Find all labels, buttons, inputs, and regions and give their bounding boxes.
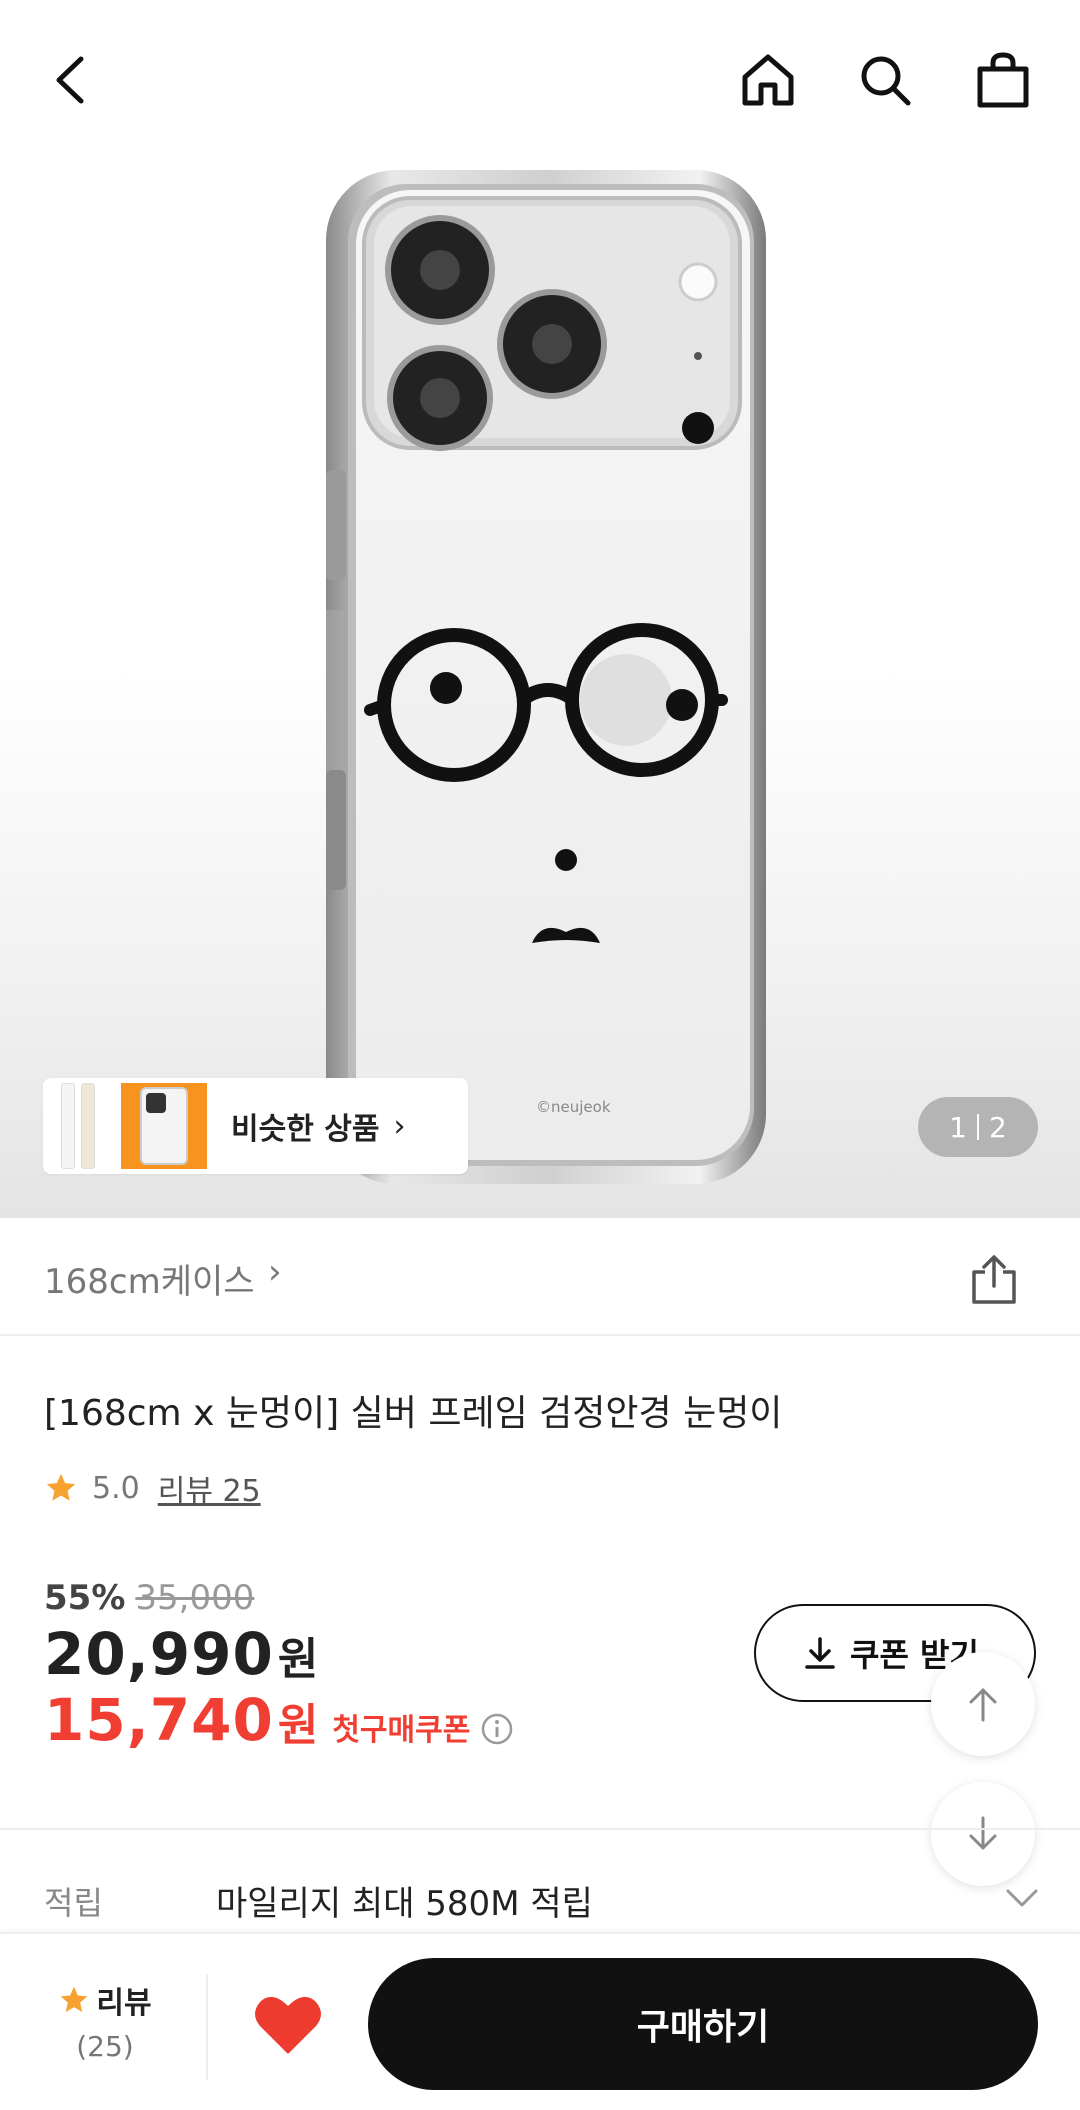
review-summary-button[interactable]: 리뷰 (25) (40, 1978, 170, 2063)
image-page-indicator: 1 2 (918, 1097, 1038, 1157)
points-text: 마일리지 최대 580M 적립 (216, 1884, 593, 1924)
chevron-down-icon[interactable] (1004, 1880, 1040, 1916)
original-price: 35,000 (135, 1578, 255, 1618)
thumbnail (61, 1083, 75, 1169)
coupon-price-row: 15,740 원 첫구매쿠폰 (44, 1686, 514, 1754)
page-total: 2 (989, 1110, 1007, 1144)
rating-value: 5.0 (92, 1470, 140, 1506)
section-divider (0, 1828, 1080, 1830)
star-icon (46, 1473, 76, 1501)
divider (977, 1114, 979, 1140)
search-icon (861, 56, 911, 106)
page-current: 1 (949, 1110, 967, 1144)
first-purchase-coupon-label: 첫구매쿠폰 (332, 1713, 471, 1748)
thumbnail (121, 1083, 207, 1169)
shopping-bag-icon (977, 52, 1029, 108)
similar-products-label: 비슷한 상품 (231, 1112, 380, 1147)
home-button[interactable] (728, 40, 808, 120)
phone-brand-mark: ©neujeok (536, 1098, 611, 1116)
divider (206, 1974, 208, 2080)
coupon-price-unit: 원 (277, 1700, 319, 1751)
chevron-right-icon: › (268, 1252, 282, 1292)
top-navigation (0, 0, 1080, 160)
discount-percent: 55% (44, 1578, 126, 1618)
share-icon[interactable] (968, 1254, 1020, 1306)
star-icon (61, 1986, 88, 2012)
points-label: 적립 (44, 1884, 103, 1922)
similar-products-button[interactable]: 비슷한 상품 › (43, 1078, 468, 1174)
bottom-action-bar: 리뷰 (25) 구매하기 (0, 1932, 1080, 2110)
price-unit: 원 (277, 1634, 319, 1685)
chevron-right-icon: › (393, 1108, 406, 1144)
similar-products-thumbnails (61, 1083, 211, 1169)
heart-icon[interactable] (252, 1992, 324, 2058)
scroll-down-button[interactable] (931, 1782, 1035, 1886)
product-title: [168cm x 눈멍이] 실버 프레임 검정안경 눈멍이 (44, 1393, 783, 1434)
buy-button[interactable]: 구매하기 (368, 1958, 1038, 2090)
chevron-left-icon (56, 56, 84, 104)
search-button[interactable] (845, 40, 925, 120)
cart-button[interactable] (963, 40, 1043, 120)
discount-row: 55% 35,000 (44, 1578, 254, 1618)
sale-price-row: 20,990 원 (44, 1620, 318, 1688)
brand-row: 168cm케이스 › (0, 1218, 1080, 1336)
back-button[interactable] (32, 40, 112, 120)
coupon-price: 15,740 (44, 1686, 274, 1754)
product-image (326, 170, 766, 1184)
brand-link[interactable]: 168cm케이스 (44, 1254, 255, 1303)
review-count: (25) (76, 2030, 134, 2063)
buy-button-label: 구매하기 (636, 2007, 770, 2048)
rating-row: 5.0 리뷰 25 (44, 1466, 261, 1510)
product-image-gallery[interactable]: ©neujeok (0, 0, 1080, 1218)
thumbnail (81, 1083, 95, 1169)
arrow-down-icon (969, 1816, 997, 1850)
review-link[interactable]: 리뷰 25 (158, 1466, 261, 1510)
download-icon (805, 1637, 835, 1669)
scroll-up-button[interactable] (931, 1652, 1035, 1756)
review-label: 리뷰 (96, 1986, 152, 2021)
home-icon (742, 54, 794, 106)
info-icon[interactable] (480, 1712, 514, 1746)
arrow-up-icon (969, 1688, 997, 1722)
sale-price: 20,990 (44, 1620, 274, 1688)
